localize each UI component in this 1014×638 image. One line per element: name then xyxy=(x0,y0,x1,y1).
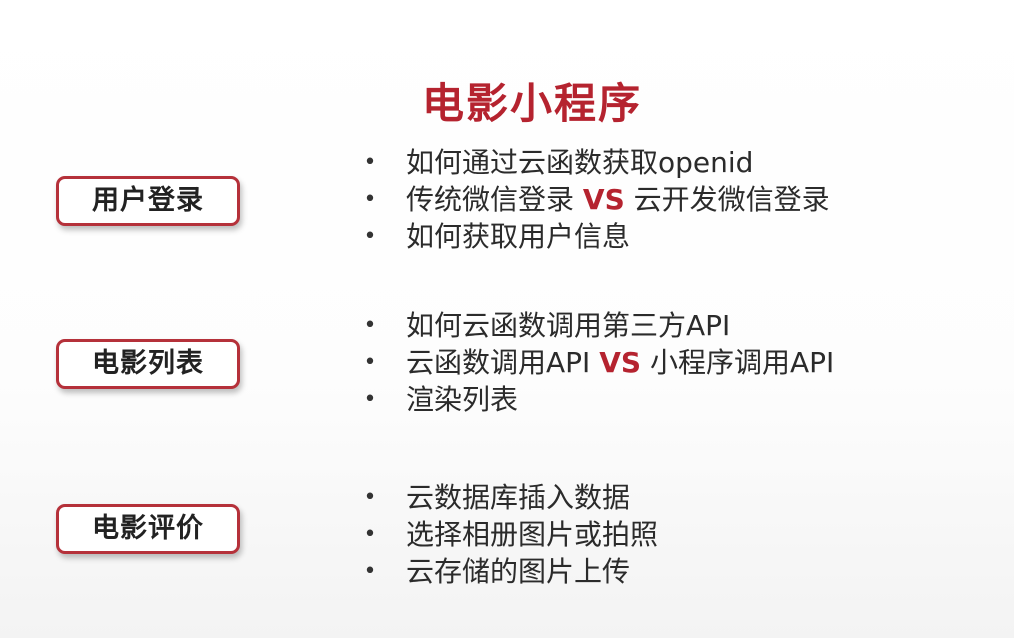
bullet-dot-icon: • xyxy=(363,559,377,584)
list-item: • 渲染列表 xyxy=(360,381,834,418)
list-item-text-after: 小程序调用API xyxy=(641,346,835,379)
list-item-text-after: 云开发微信登录 xyxy=(624,183,830,216)
list-item: • 如何获取用户信息 xyxy=(360,218,830,255)
list-item: • 云函数调用API VS 小程序调用API xyxy=(360,344,835,381)
list-item-text: 如何通过云函数获取openid xyxy=(406,146,754,179)
vs-highlight: VS xyxy=(582,183,625,216)
vs-highlight: VS xyxy=(599,346,642,379)
list-item-text: 云数据库插入数据 xyxy=(406,481,631,514)
bullet-dot-icon: • xyxy=(363,522,377,547)
bullet-dot-icon: • xyxy=(363,187,377,212)
slide: 电影小程序 用户登录 • 如何通过云函数获取openid • 传统微信登录 VS… xyxy=(0,0,1014,638)
list-item: • 选择相册图片或拍照 xyxy=(360,516,659,553)
bullet-dot-icon: • xyxy=(363,150,377,175)
list-item-text: 选择相册图片或拍照 xyxy=(406,518,659,551)
section-label-movie-list: 电影列表 xyxy=(56,339,240,389)
bullet-dot-icon: • xyxy=(363,350,377,375)
list-item: • 如何通过云函数获取openid xyxy=(360,144,830,181)
list-item-text: 如何云函数调用第三方API xyxy=(406,309,731,342)
list-item-text-before: 云函数调用API xyxy=(406,346,600,379)
list-item-text: 如何获取用户信息 xyxy=(406,220,631,253)
list-item: • 传统微信登录 VS 云开发微信登录 xyxy=(360,181,830,218)
bullet-list-user-login: • 如何通过云函数获取openid • 传统微信登录 VS 云开发微信登录 • … xyxy=(360,144,830,255)
section-label-movie-review: 电影评价 xyxy=(56,504,240,554)
list-item: • 云存储的图片上传 xyxy=(360,553,658,590)
bullet-list-movie-list: • 如何云函数调用第三方API • 云函数调用API VS 小程序调用API •… xyxy=(360,307,835,418)
slide-title: 电影小程序 xyxy=(421,79,642,128)
bullet-dot-icon: • xyxy=(363,313,377,338)
bullet-list-movie-review: • 云数据库插入数据 • 选择相册图片或拍照 • 云存储的图片上传 xyxy=(360,479,659,590)
list-item-text: 渲染列表 xyxy=(406,383,519,416)
bullet-dot-icon: • xyxy=(363,224,377,249)
bullet-dot-icon: • xyxy=(363,485,377,510)
list-item-text: 云存储的图片上传 xyxy=(406,555,631,588)
list-item-text-before: 传统微信登录 xyxy=(406,183,583,216)
bullet-dot-icon: • xyxy=(363,387,377,412)
list-item: • 如何云函数调用第三方API xyxy=(360,307,834,344)
section-label-user-login: 用户登录 xyxy=(56,176,240,226)
list-item: • 云数据库插入数据 xyxy=(360,479,658,516)
